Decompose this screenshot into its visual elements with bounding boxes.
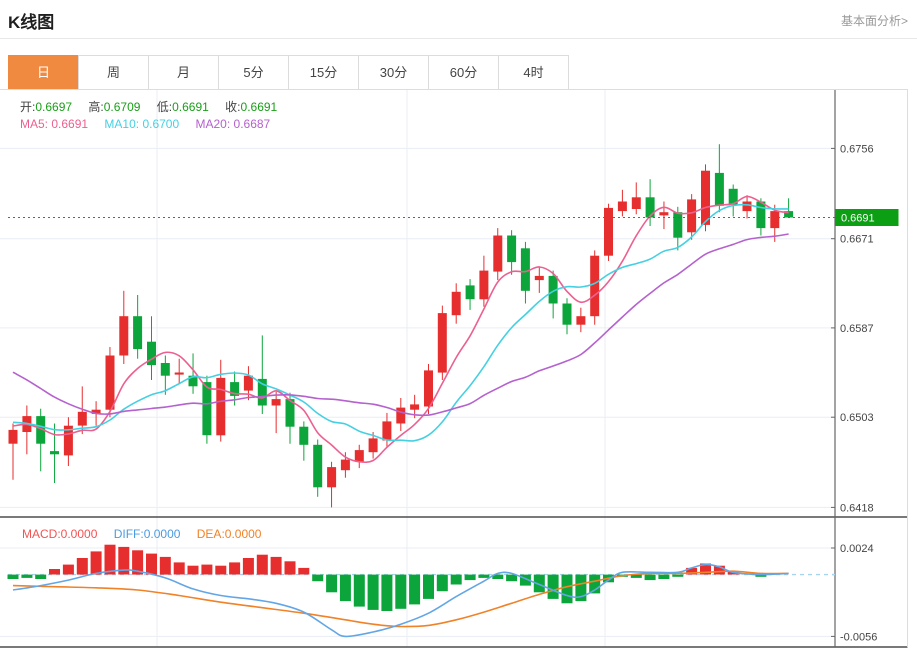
ma10-value: 0.6700 [142, 117, 180, 131]
dea-value: 0.0000 [224, 527, 262, 541]
ma20-value: 0.6687 [233, 117, 271, 131]
interval-tabbar: 日 周 月 5分 15分 30分 60分 4时 [8, 55, 569, 90]
high-value: 0.6709 [103, 100, 141, 114]
diff-value: 0.0000 [143, 527, 181, 541]
low-value: 0.6691 [172, 100, 209, 114]
current-price-label: 0.6691 [841, 213, 875, 225]
open-value: 0.6697 [35, 100, 73, 114]
tab-daily[interactable]: 日 [8, 55, 79, 90]
axis-tick-label: 0.6671 [840, 234, 874, 246]
tab-30min[interactable]: 30分 [358, 55, 429, 90]
ma-legend: MA5: 0.6691 MA10: 0.6700 MA20: 0.6687 [20, 117, 283, 131]
close-label: 收: [225, 100, 241, 114]
kline-chart-canvas[interactable]: 0.6691 0.6756 0.6671 0.6587 0.6503 0.6418 0.00… [0, 90, 917, 651]
page-title: K线图 [8, 13, 55, 32]
tab-4hour[interactable]: 4时 [498, 55, 569, 90]
macd-label: MACD: [22, 527, 61, 541]
axis-tick-label: 0.6587 [840, 323, 874, 335]
tab-60min[interactable]: 60分 [428, 55, 499, 90]
macd-legend: MACD:0.0000 DIFF:0.0000 DEA:0.0000 [22, 527, 274, 541]
candles-group [8, 144, 794, 508]
ma10-label: MA10: [104, 117, 140, 131]
axis-tick-label: 0.6503 [840, 412, 874, 424]
title-divider [0, 38, 917, 39]
axis-tick-label: -0.0056 [840, 631, 877, 643]
tab-15min[interactable]: 15分 [288, 55, 359, 90]
tab-monthly[interactable]: 月 [148, 55, 219, 90]
ma20-label: MA20: [195, 117, 231, 131]
ma5-value: 0.6691 [51, 117, 89, 131]
ma5-label: MA5: [20, 117, 49, 131]
axis-tick-label: 0.0024 [840, 543, 874, 555]
axis-tick-label: 0.6756 [840, 143, 874, 155]
low-label: 低: [156, 100, 173, 114]
ma20-line [12, 233, 789, 417]
macd-value: 0.0000 [60, 527, 98, 541]
dea-label: DEA: [196, 527, 225, 541]
high-label: 高: [88, 100, 104, 114]
tab-5min[interactable]: 5分 [218, 55, 289, 90]
tab-weekly[interactable]: 周 [78, 55, 149, 90]
axis-tick-label: 0.6418 [840, 502, 874, 514]
ohlc-legend: 开:0.6697 高:0.6709 低:0.6691 收:0.6691 [20, 98, 290, 115]
fundamental-analysis-link[interactable]: 基本面分析> [841, 12, 908, 29]
close-value: 0.6691 [240, 100, 278, 114]
macd-histogram [7, 544, 781, 611]
open-label: 开: [20, 100, 36, 114]
diff-label: DIFF: [113, 527, 144, 541]
